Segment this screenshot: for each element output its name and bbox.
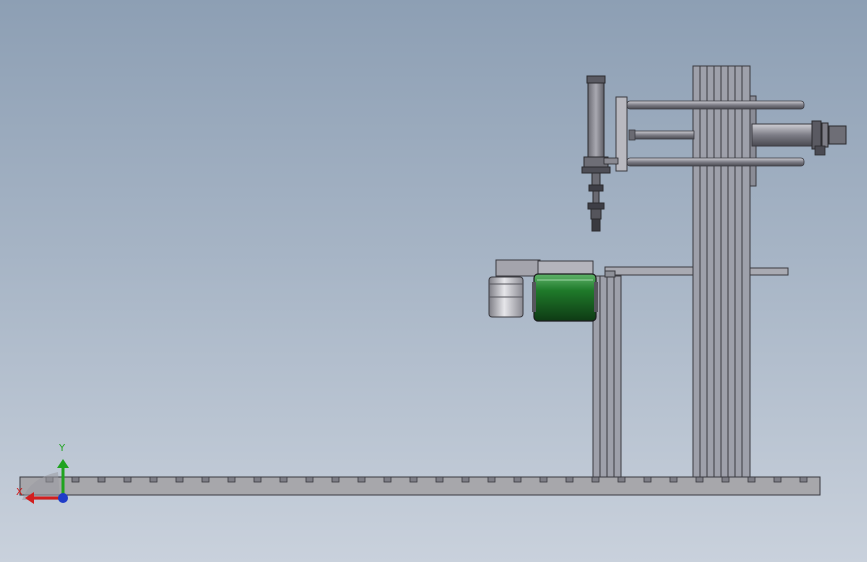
main-column — [692, 65, 757, 478]
rail-notch — [71, 476, 80, 483]
base-rail — [19, 476, 821, 496]
rail-notch — [565, 476, 574, 483]
rail-notch — [591, 476, 600, 483]
rail-notch — [487, 476, 496, 483]
rail-notch — [435, 476, 444, 483]
rail-notch — [175, 476, 184, 483]
assembly-drawing[interactable] — [0, 0, 867, 562]
rail-notch — [149, 476, 158, 483]
rail-notch — [513, 476, 522, 483]
rail-notch — [721, 476, 730, 483]
rail-notch — [279, 476, 288, 483]
rail-notch — [305, 476, 314, 483]
rail-notch — [461, 476, 470, 483]
rail-notch — [643, 476, 652, 483]
rail-notch — [617, 476, 626, 483]
vertical-cylinder-gripper[interactable] — [581, 75, 619, 232]
rail-notch — [253, 476, 262, 483]
rail-notch — [669, 476, 678, 483]
rail-notch — [123, 476, 132, 483]
rail-notch — [539, 476, 548, 483]
rail-notch — [227, 476, 236, 483]
triad-x-label: X — [16, 487, 23, 498]
rail-notch — [409, 476, 418, 483]
rail-notch — [773, 476, 782, 483]
rail-notch — [383, 476, 392, 483]
rail-notch — [747, 476, 756, 483]
rail-notch — [331, 476, 340, 483]
rail-notch — [201, 476, 210, 483]
cad-viewport[interactable]: Y X — [0, 0, 867, 562]
rail-notch — [799, 476, 808, 483]
triad-y-label: Y — [59, 443, 66, 454]
roller-assembly[interactable] — [488, 259, 598, 322]
rail-notch — [695, 476, 704, 483]
rail-notch — [357, 476, 366, 483]
rail-notch — [97, 476, 106, 483]
